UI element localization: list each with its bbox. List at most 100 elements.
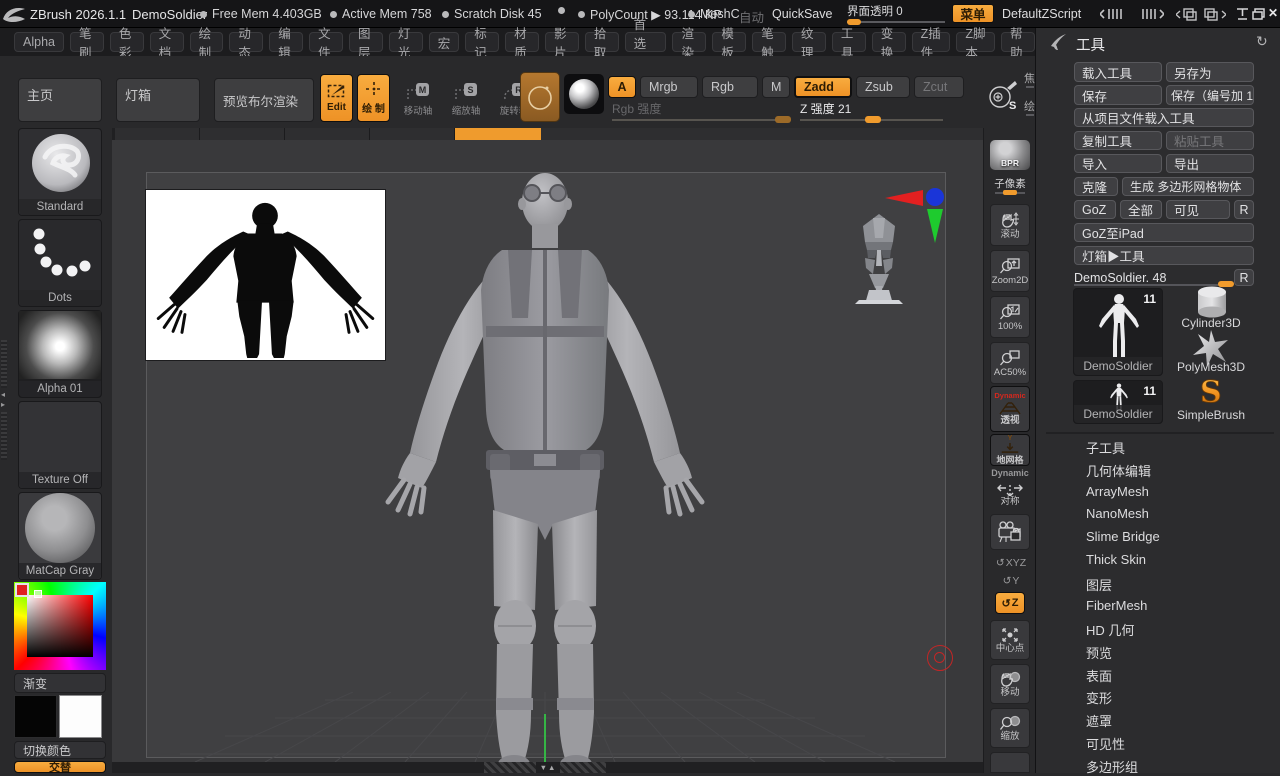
goz-all-button[interactable]: 全部 [1120, 200, 1162, 219]
canvas-bottom-divider[interactable]: ▼▲ [112, 762, 983, 773]
menu-zscript[interactable]: Z脚本 [956, 32, 995, 52]
menu-button[interactable]: 菜单 [952, 4, 994, 23]
goz-r-button[interactable]: R [1234, 200, 1254, 219]
goz-button[interactable]: GoZ [1074, 200, 1116, 219]
preview-boolean-button[interactable]: 预览布尔渲染 [214, 78, 314, 122]
clone-button[interactable]: 克隆 [1074, 177, 1118, 196]
menu-movie[interactable]: 影片 [545, 32, 579, 52]
subpalette-layers[interactable]: 图层 [1086, 575, 1112, 594]
menu-stencil[interactable]: 模板 [712, 32, 746, 52]
save-button[interactable]: 保存 [1074, 85, 1162, 105]
palette-pointer-icon[interactable] [1048, 32, 1068, 52]
menu-marker[interactable]: 标记 [465, 32, 499, 52]
menu-alpha[interactable]: Alpha [14, 32, 64, 52]
lightbox-tool-button[interactable]: 灯箱▶工具 [1074, 246, 1254, 265]
mode-zadd-button[interactable]: Zadd [794, 76, 852, 98]
subpixel-handle[interactable] [1003, 190, 1017, 195]
tool-item-polymesh3d[interactable]: PolyMesh3D [1168, 332, 1254, 374]
antialiased-half-size-button[interactable]: AC50% [990, 342, 1030, 384]
export-button[interactable]: 导出 [1166, 154, 1254, 173]
camera-lock-button[interactable] [990, 514, 1030, 550]
rotate-y-button[interactable]: ↺Y [988, 574, 1034, 588]
menu-dynamics[interactable]: 动态 [229, 32, 263, 52]
perspective-button[interactable]: Dynamic 透视 [990, 386, 1030, 432]
tool-item-demosoldier-2[interactable]: 11 DemoSoldier [1073, 380, 1163, 424]
tool-item-simplebrush[interactable]: S SimpleBrush [1168, 378, 1254, 422]
tool-item-demosoldier[interactable]: 11 DemoSoldier [1073, 288, 1163, 376]
alpha-slot[interactable]: Alpha 01 [18, 310, 102, 398]
bpr-render-button[interactable]: BPR [990, 140, 1030, 170]
subpalette-nanomesh[interactable]: NanoMesh [1086, 506, 1149, 521]
gyro-move-button[interactable]: M 移动轴 [398, 78, 438, 122]
subpalette-visibility[interactable]: 可见性 [1086, 734, 1125, 753]
rotate-z-button[interactable]: ↺Z [995, 592, 1025, 614]
menu-tool[interactable]: 工具 [832, 32, 866, 52]
mode-rgb-button[interactable]: Rgb [702, 76, 758, 98]
menu-picker[interactable]: 拾取 [585, 32, 619, 52]
gyro-scale-button[interactable]: S 缩放轴 [446, 78, 486, 122]
z-intensity-handle[interactable] [865, 116, 881, 123]
canvas-body[interactable] [112, 140, 983, 762]
sculptris-pro-button[interactable]: S [984, 76, 1022, 114]
material-slot[interactable]: MatCap Gray [18, 492, 102, 580]
subpalette-surface[interactable]: 表面 [1086, 666, 1112, 685]
subpalette-masking[interactable]: 遮罩 [1086, 711, 1112, 730]
mode-m-button[interactable]: M [762, 76, 790, 98]
menu-layer[interactable]: 图层 [349, 32, 383, 52]
secondary-color-swatch[interactable] [59, 695, 102, 738]
z-intensity-slider[interactable]: Z 强度 21 [800, 100, 945, 124]
tool-item-cylinder3d[interactable]: Cylinder3D [1168, 288, 1254, 330]
scroll-canvas-button[interactable]: 滚动 [990, 204, 1030, 246]
save-increment-button[interactable]: 保存（编号加 1） [1166, 85, 1254, 105]
rgb-intensity-handle[interactable] [775, 116, 791, 123]
rgb-intensity-slider[interactable]: Rgb 强度 [612, 100, 792, 124]
canvas-top-divider[interactable] [112, 128, 983, 140]
left-tray-expand-icon[interactable]: ▸ [1, 400, 5, 409]
symmetry-button[interactable]: 对称 [990, 480, 1030, 510]
current-material-thumbnail[interactable] [564, 74, 604, 114]
local-pivot-button[interactable]: 中心点 [990, 620, 1030, 660]
subpalette-subtool[interactable]: 子工具 [1086, 438, 1125, 457]
mode-zsub-button[interactable]: Zsub [856, 76, 910, 98]
zscript-label[interactable]: DefaultZScript [1002, 7, 1081, 21]
save-as-button[interactable]: 另存为 [1166, 62, 1254, 82]
orientation-gizmo[interactable] [885, 184, 947, 246]
minimize-window-icon[interactable] [1236, 8, 1249, 20]
menu-draw[interactable]: 绘制 [190, 32, 224, 52]
subpalette-geometry[interactable]: 几何体编辑 [1086, 461, 1151, 480]
menu-brush[interactable]: 笔刷 [70, 32, 104, 52]
menu-document[interactable]: 文档 [150, 32, 184, 52]
actual-size-button[interactable]: 100% [990, 296, 1030, 338]
prev-ui-layout-icon[interactable] [1176, 8, 1198, 21]
color-picker-square[interactable] [27, 595, 93, 657]
menu-zplugin[interactable]: Z插件 [912, 32, 951, 52]
menu-material[interactable]: 材质 [505, 32, 539, 52]
rotate-view-button[interactable] [990, 752, 1030, 773]
subpalette-fibermesh[interactable]: FiberMesh [1086, 598, 1147, 613]
ui-opacity-slider[interactable]: 界面透明 0 [847, 2, 947, 20]
collapse-left-tray-icon[interactable] [1100, 8, 1128, 20]
menu-preferences[interactable]: 首选项 [625, 32, 667, 52]
subpalette-arraymesh[interactable]: ArrayMesh [1086, 484, 1149, 499]
home-button[interactable]: 主页 [18, 78, 102, 122]
menu-macro[interactable]: 宏 [429, 32, 460, 52]
rotate-xyz-button[interactable]: ↺XYZ [988, 556, 1034, 570]
menu-edit[interactable]: 编辑 [269, 32, 303, 52]
move-view-button[interactable]: 移动 [990, 664, 1030, 704]
make-polymesh-button[interactable]: 生成 多边形网格物体 [1122, 177, 1254, 196]
canvas-area[interactable]: ▼▲ [112, 128, 983, 773]
current-brush-thumbnail[interactable] [520, 72, 560, 122]
edit-button[interactable]: Edit [320, 74, 353, 122]
floor-grid-button[interactable]: Y 地网格 [990, 434, 1030, 466]
texture-slot[interactable]: Texture Off [18, 401, 102, 489]
subpalette-deformation[interactable]: 变形 [1086, 688, 1112, 707]
draw-button[interactable]: 绘 制 [357, 74, 390, 122]
zoom-view-button[interactable]: 缩放 [990, 708, 1030, 748]
restore-window-icon[interactable] [1252, 8, 1265, 20]
color-picker[interactable] [14, 582, 106, 670]
menu-transform[interactable]: 变换 [872, 32, 906, 52]
slider-r-button[interactable]: R [1234, 269, 1254, 286]
switch-color-button[interactable]: 切换颜色 [14, 741, 106, 759]
menu-file[interactable]: 文件 [309, 32, 343, 52]
menu-help[interactable]: 帮助 [1001, 32, 1035, 52]
